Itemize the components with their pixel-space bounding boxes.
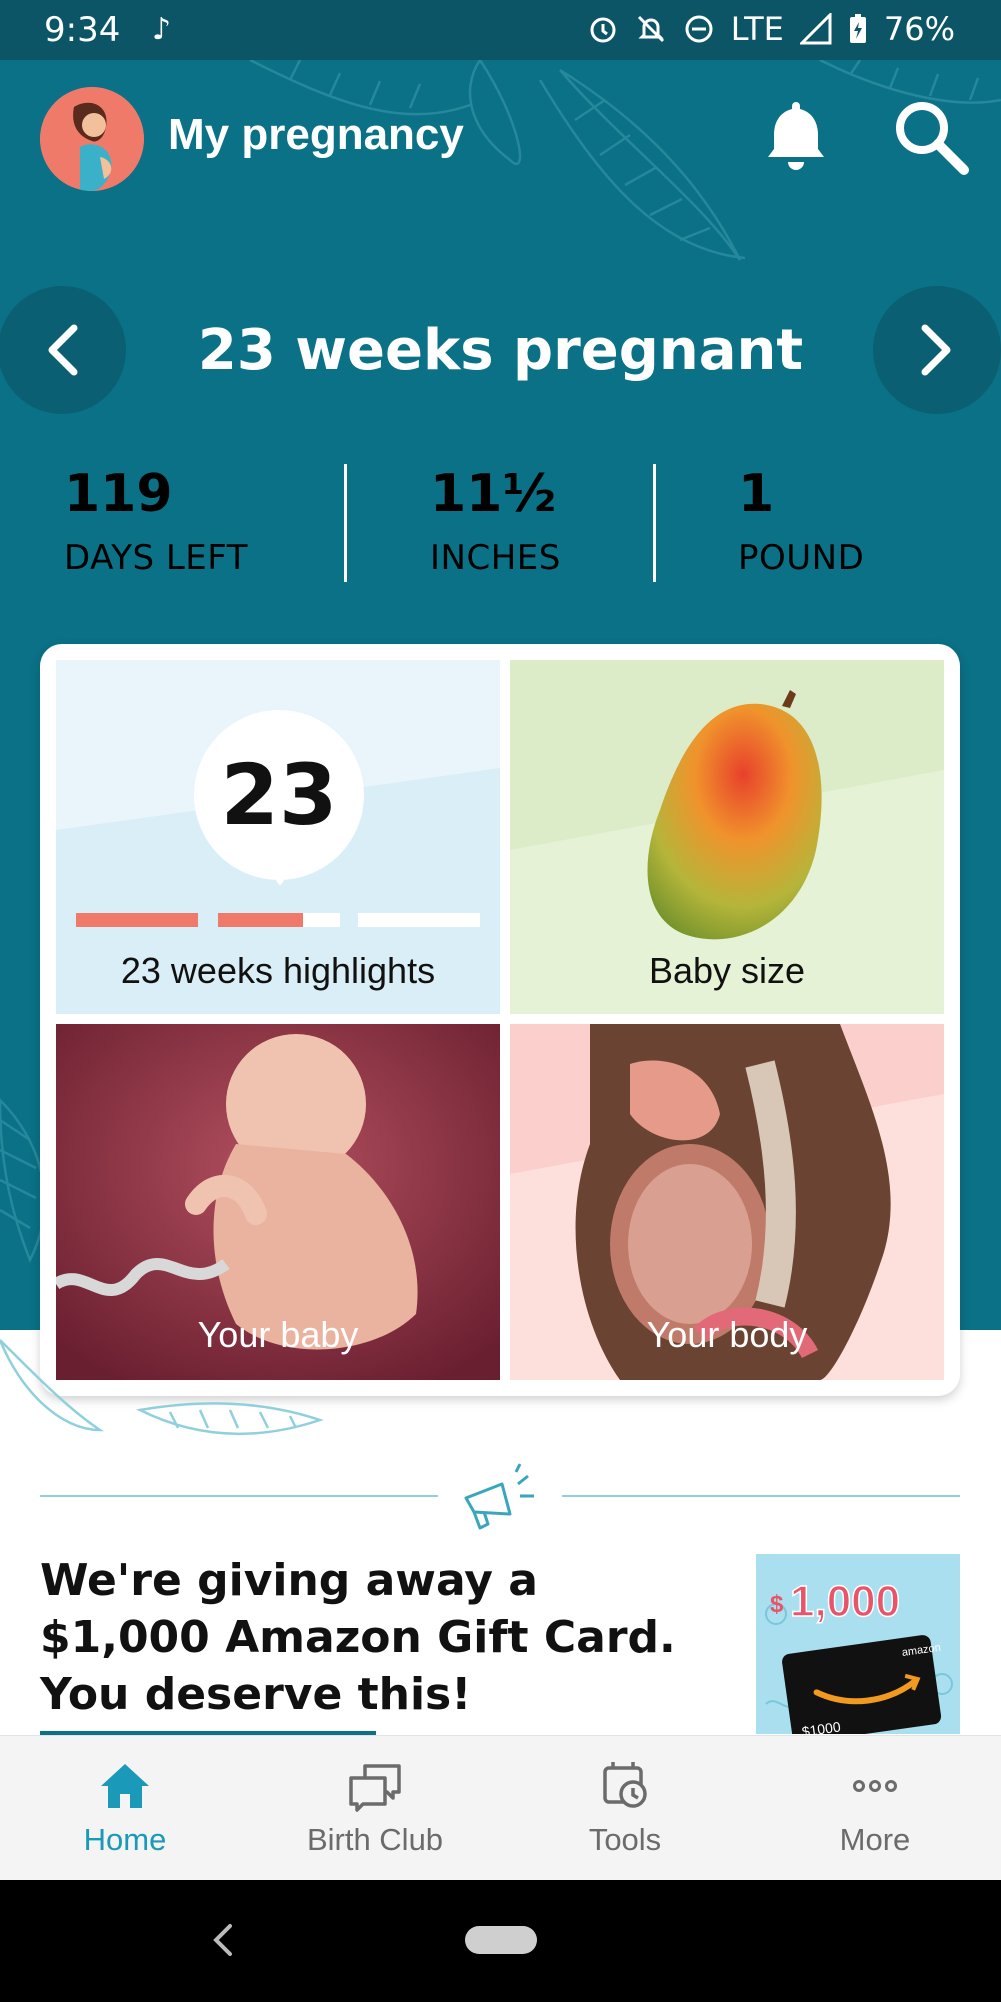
tile-your-body[interactable]: Your body [510,1024,944,1380]
nav-tools[interactable]: Tools [500,1736,750,1881]
tools-icon [603,1762,647,1808]
notifications-off-icon [637,15,664,43]
week-bubble-pointer [264,864,296,886]
progress-segment-2 [218,913,340,927]
promo-headline-link[interactable]: We're giving away a $1,000 Amazon Gift C… [40,1552,700,1723]
nav-label: Birth Club [306,1822,444,1857]
battery-charging-icon [849,14,866,43]
stat-value: 11½ [430,464,557,524]
battery-level: 76% [883,10,955,48]
gift-card-graphic: $ 1,000 amazon $1000 [756,1554,960,1734]
stat-divider [344,464,347,582]
stat-inches: 11½ INCHES [430,464,561,582]
nav-label: Home [83,1822,167,1857]
week-title: 23 weeks pregnant [197,318,804,383]
stat-label: POUND [738,538,865,578]
chevron-right-icon [921,324,951,376]
tile-label: 23 weeks highlights [120,950,436,991]
status-icons: LTE 76% [587,10,955,48]
page-title: My pregnancy [168,110,464,159]
megaphone-icon [464,1463,534,1530]
notifications-bell-icon[interactable] [764,98,828,170]
stat-value: 1 [738,464,775,524]
nav-more[interactable]: More [750,1736,1000,1881]
tile-label: Baby size [648,950,806,991]
nav-home[interactable]: Home [0,1736,250,1881]
gift-card-dollar-sign: $ [770,1591,784,1618]
status-time: 9:34 [44,10,121,50]
stat-pound: 1 POUND [738,464,864,582]
do-not-disturb-icon [685,15,713,43]
progress-segment-2-fill [218,913,304,927]
tile-highlights[interactable]: 23 23 weeks highlights [56,660,500,1014]
tile-your-baby[interactable]: Your baby [56,1024,500,1380]
alarm-icon [590,17,616,43]
progress-segment-1 [76,913,198,927]
stat-label: DAYS LEFT [64,538,249,578]
bottom-navigation: Home Birth Club Tools More [0,1735,1001,1880]
progress-segment-3 [358,913,480,927]
tile-baby-size[interactable]: Baby size [510,660,944,1014]
section-divider-right [562,1495,960,1497]
signal-icon [799,13,832,45]
decorative-leaves-bottom [0,1339,324,1436]
home-icon [101,1764,149,1808]
avatar[interactable] [40,87,144,191]
stat-days-left: 119 DAYS LEFT [64,464,248,582]
search-icon[interactable] [890,96,970,176]
nav-label: Tools [588,1822,662,1857]
system-navigation-bar [0,1880,1001,2002]
network-type: LTE [730,10,784,48]
status-bar: 9:34 ♪ LTE 76% [0,0,1001,60]
stat-label: INCHES [430,538,561,578]
tile-label: Your body [646,1314,808,1355]
gift-card-amount: 1,000 [790,1577,900,1626]
system-back-icon[interactable] [208,1920,236,1960]
pregnant-woman-avatar-icon [40,87,144,191]
stat-value: 119 [64,464,173,524]
more-dots-icon [853,1780,897,1792]
system-home-pill[interactable] [465,1926,537,1954]
next-week-button[interactable] [873,286,1001,414]
chat-bubbles-icon [349,1764,401,1812]
stat-divider [653,464,656,582]
section-divider-left [40,1495,438,1497]
week-number: 23 [220,746,338,844]
nav-label: More [839,1822,911,1857]
promo-gift-card-image[interactable]: $ 1,000 amazon $1000 [756,1554,960,1734]
tiktok-notification-icon: ♪ [152,12,172,47]
week-tiles-card: 23 23 weeks highlights Baby size Your ba… [40,644,960,1396]
nav-birth-club[interactable]: Birth Club [250,1736,500,1881]
